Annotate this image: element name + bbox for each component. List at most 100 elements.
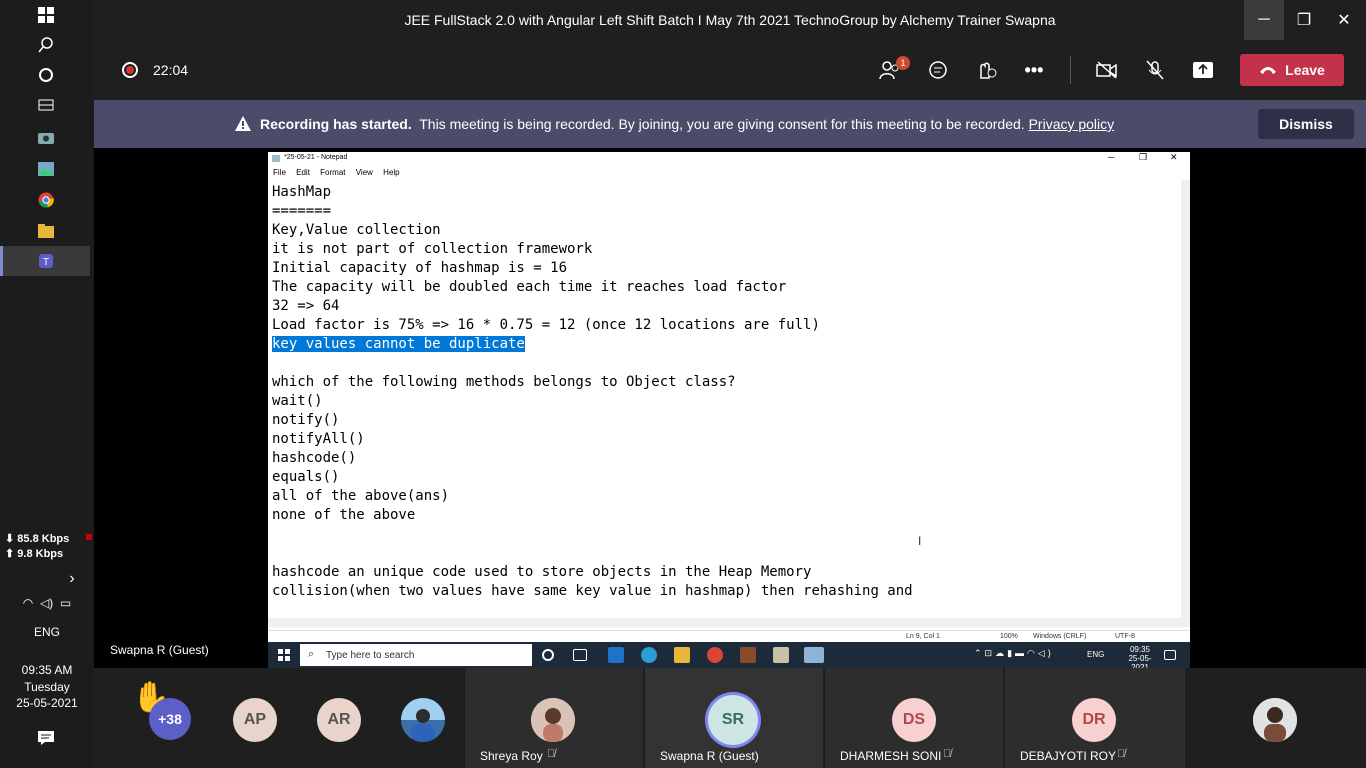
mic-muted-icon: 🎙̸: [943, 748, 952, 760]
meeting-title: JEE FullStack 2.0 with Angular Left Shif…: [404, 12, 1056, 28]
chrome-icon[interactable]: [36, 190, 56, 210]
teams-title-bar: JEE FullStack 2.0 with Angular Left Shif…: [94, 0, 1366, 40]
avatar-shreya: [531, 698, 575, 742]
share-tray-icon[interactable]: [1190, 58, 1216, 82]
mic-muted-icon: 🎙̸: [1117, 748, 1126, 760]
avatar-dr: DR: [1072, 698, 1116, 742]
divider: [1070, 56, 1071, 84]
presenter-name: Swapna R (Guest): [110, 643, 209, 657]
inner-explorer-icon[interactable]: [674, 647, 690, 663]
inner-start-icon: [278, 649, 290, 661]
inner-search-icon: ⌕: [308, 648, 315, 660]
close-window-button[interactable]: ✕: [1324, 0, 1364, 40]
avatar-photo[interactable]: [401, 698, 445, 742]
inner-edge-icon[interactable]: [641, 647, 657, 663]
menu-help[interactable]: Help: [383, 168, 399, 177]
status-position: Ln 9, Col 1: [906, 633, 940, 640]
banner-bold-text: Recording has started.: [260, 116, 412, 132]
tray-icons[interactable]: ◠ ◁) ▭: [0, 596, 94, 610]
upload-speed: ⬆ 9.8 Kbps: [5, 548, 64, 560]
privacy-policy-link[interactable]: Privacy policy: [1029, 116, 1115, 132]
name-dharmesh: DHARMESH SONI: [840, 749, 942, 763]
tile-dharmesh-soni[interactable]: DS DHARMESH SONI 🎙̸: [825, 668, 1003, 768]
notepad-close-button[interactable]: ✕: [1170, 152, 1178, 163]
menu-file[interactable]: File: [273, 168, 286, 177]
search-icon[interactable]: [36, 35, 56, 55]
svg-text:T: T: [43, 257, 49, 268]
tile-debajyoti-roy[interactable]: DR DEBAJYOTI ROY 🎙̸: [1005, 668, 1185, 768]
inner-tray-icons[interactable]: ⌃⊡☁▮▬◠◁): [974, 648, 1054, 659]
more-participants-button[interactable]: +38: [149, 698, 191, 740]
tile-shreya-roy[interactable]: Shreya Roy 🎙̸: [465, 668, 643, 768]
mic-off-icon[interactable]: [1142, 58, 1168, 82]
notepad-text-area[interactable]: HashMap ======= Key,Value collection it …: [272, 183, 913, 601]
avatar-ap[interactable]: AP: [233, 698, 277, 742]
show-hidden-chevron-icon[interactable]: ›: [0, 570, 94, 588]
avatar-swapna: SR: [708, 695, 758, 745]
reactions-icon[interactable]: [973, 58, 999, 82]
meeting-controls-bar: 22:04 ••• Leave: [94, 40, 1366, 100]
name-shreya: Shreya Roy: [480, 749, 543, 763]
inner-paint-icon[interactable]: [773, 647, 789, 663]
battery-icon: ▭: [59, 596, 72, 610]
selected-text: key values cannot be duplicate: [272, 336, 525, 352]
inner-search-placeholder: Type here to search: [326, 649, 415, 661]
inner-notepad-icon[interactable]: [804, 647, 824, 663]
status-encoding: UTF-8: [1115, 633, 1135, 640]
cortana-icon[interactable]: [36, 65, 56, 85]
banner-message: Recording has started. This meeting is b…: [260, 116, 1114, 132]
chat-icon[interactable]: [925, 58, 951, 82]
language-indicator[interactable]: ENG: [0, 625, 94, 639]
inner-lang[interactable]: ENG: [1087, 650, 1104, 659]
camera-app-icon[interactable]: [36, 127, 56, 147]
inner-app-icon[interactable]: [740, 647, 756, 663]
status-zoom: 100%: [1000, 633, 1018, 640]
avatar-ar[interactable]: AR: [317, 698, 361, 742]
tile-swapna-r[interactable]: SR Swapna R (Guest): [645, 668, 823, 768]
text-after-selection: which of the following methods belongs t…: [272, 374, 913, 599]
notepad-menu: File Edit Format View Help: [268, 168, 403, 180]
mic-muted-icon: 🎙̸: [547, 748, 556, 760]
teams-icon[interactable]: T: [36, 251, 56, 271]
menu-edit[interactable]: Edit: [296, 168, 310, 177]
inner-cortana-icon[interactable]: [542, 649, 554, 661]
inner-chrome-icon[interactable]: [707, 647, 723, 663]
inner-search-box[interactable]: ⌕ Type here to search: [300, 644, 532, 666]
clock-time[interactable]: 09:35 AM: [0, 663, 94, 677]
avatar-ds: DS: [892, 698, 936, 742]
notepad-title: *25-05-21 - Notepad: [284, 154, 348, 161]
minimize-button[interactable]: ─: [1244, 0, 1284, 40]
dismiss-button[interactable]: Dismiss: [1258, 109, 1354, 139]
close-meter-icon[interactable]: [86, 534, 92, 540]
recording-banner: Recording has started. This meeting is b…: [94, 100, 1366, 148]
file-explorer-icon[interactable]: [36, 221, 56, 241]
inner-taskview-icon[interactable]: [573, 649, 587, 661]
inner-notification-icon[interactable]: [1164, 650, 1176, 660]
notepad-icon: [272, 155, 280, 162]
camera-off-icon[interactable]: [1094, 58, 1120, 82]
leave-button[interactable]: Leave: [1240, 54, 1344, 86]
horizontal-scrollbar[interactable]: [268, 618, 1190, 627]
more-actions-icon[interactable]: •••: [1021, 58, 1047, 82]
volume-icon: ◁): [39, 596, 54, 610]
windows-start-icon[interactable]: [36, 5, 56, 25]
text-before-selection: HashMap ======= Key,Value collection it …: [272, 184, 820, 333]
restore-button[interactable]: ❐: [1284, 0, 1324, 40]
photos-app-icon[interactable]: [36, 159, 56, 179]
participants-strip: ✋ +38 AP AR Shreya Roy 🎙̸ SR Swapna R (G…: [94, 668, 1366, 768]
notifications-icon[interactable]: [36, 728, 56, 748]
vertical-scrollbar[interactable]: [1181, 180, 1190, 618]
download-speed: ⬇ 85.8 Kbps: [5, 533, 70, 545]
task-view-icon[interactable]: [36, 95, 56, 115]
name-debajyoti: DEBAJYOTI ROY: [1020, 749, 1117, 763]
name-swapna: Swapna R (Guest): [660, 749, 759, 763]
wifi-icon: ◠: [22, 596, 34, 610]
notepad-restore-button[interactable]: ❐: [1139, 152, 1147, 163]
menu-view[interactable]: View: [356, 168, 373, 177]
notepad-minimize-button[interactable]: ─: [1108, 152, 1114, 162]
inner-mail-icon[interactable]: [608, 647, 624, 663]
avatar-photo-2[interactable]: [1253, 698, 1297, 742]
banner-text: This meeting is being recorded. By joini…: [419, 116, 1025, 132]
notepad-window: *25-05-21 - Notepad ─ ❐ ✕ File Edit Form…: [268, 152, 1190, 642]
menu-format[interactable]: Format: [320, 168, 345, 177]
